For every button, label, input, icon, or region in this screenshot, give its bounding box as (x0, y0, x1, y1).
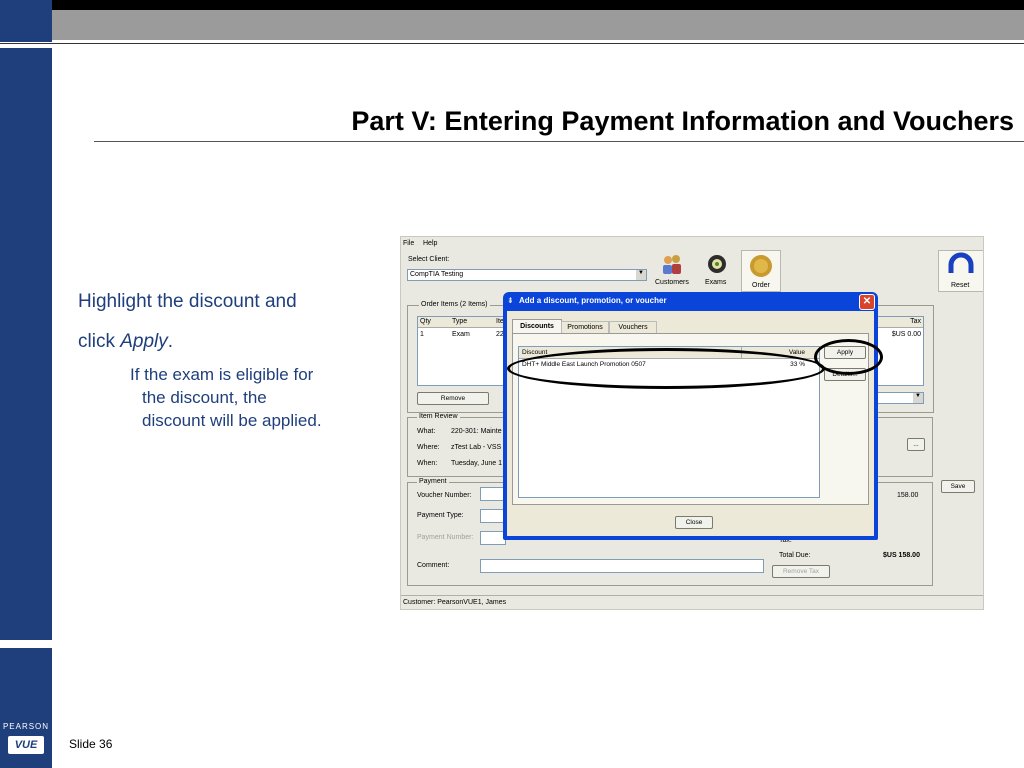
vue-logo: VUE (8, 736, 44, 754)
sub-instruction: If the exam is eligible for the discount… (130, 363, 370, 432)
order-items-label: Order Items (2 Items) (419, 301, 490, 308)
instruction-prefix: click (78, 331, 121, 352)
tax-header: Tax (910, 318, 921, 325)
payment-label: Payment (417, 478, 449, 485)
remove-button[interactable]: Remove (417, 392, 489, 405)
sub-line-2-text: the discount, the (142, 388, 267, 407)
reset-tool[interactable]: Reset (938, 250, 983, 292)
sub-line-1: If the exam is eligible for (130, 365, 314, 384)
amount-value: 158.00 (897, 492, 919, 499)
pearson-brand-text: PEARSON (2, 722, 50, 731)
left-corner-block (0, 0, 52, 42)
right-select[interactable]: ▼ (877, 392, 924, 404)
highlight-oval-apply (814, 339, 883, 375)
col-qty: Qty (420, 318, 431, 325)
menu-file[interactable]: File (403, 240, 414, 247)
sub-line-3-text: discount will be applied. (142, 411, 322, 430)
exams-icon[interactable] (706, 253, 728, 275)
customers-label[interactable]: Customers (655, 279, 689, 286)
dialog-body: Discounts Promotions Vouchers Discount V… (507, 311, 874, 536)
customers-icon[interactable] (660, 253, 684, 275)
where-label: Where: (417, 444, 440, 451)
slide-number: Slide 36 (69, 737, 113, 751)
save-button[interactable]: Save (941, 480, 975, 493)
status-bar: Customer: PearsonVUE1, James (401, 595, 983, 609)
highlight-oval-discount (507, 348, 825, 389)
total-due-value: $US 158.00 (883, 552, 920, 559)
voucher-number-label: Voucher Number: (417, 492, 472, 499)
tab-discounts[interactable]: Discounts (512, 319, 562, 334)
remove-tax-button[interactable]: Remove Tax (772, 565, 830, 578)
order-tool[interactable]: Order (741, 250, 781, 292)
comment-label: Comment: (417, 562, 450, 569)
instruction-line-2: click Apply. (78, 322, 368, 362)
sub-line-3: discount will be applied. (130, 409, 370, 432)
comment-input[interactable] (480, 559, 764, 573)
client-select-value: CompTIA Testing (410, 271, 464, 278)
client-select[interactable]: CompTIA Testing ▼ (407, 269, 647, 281)
instruction-suffix: . (167, 331, 174, 352)
chevron-down-icon[interactable]: ▼ (913, 393, 923, 403)
dialog-close-button[interactable]: Close (675, 516, 713, 529)
status-bar-text: Customer: PearsonVUE1, James (403, 599, 507, 606)
top-gray-band (52, 10, 1024, 40)
top-black-band (0, 0, 1024, 10)
discount-dialog: ⇟ Add a discount, promotion, or voucher … (503, 292, 878, 540)
instruction-text: Highlight the discount and click Apply. (78, 282, 368, 362)
reset-label: Reset (951, 282, 970, 289)
payment-number-label: Payment Number: (417, 534, 474, 541)
when-label: When: (417, 460, 438, 467)
title-rule (94, 141, 1024, 142)
instruction-apply-em: Apply (120, 331, 168, 352)
col-type: Type (452, 318, 468, 325)
slide-title: Part V: Entering Payment Information and… (351, 106, 1014, 136)
select-client-label: Select Client: (408, 256, 450, 263)
row-type: Exam (452, 331, 470, 338)
total-due-label: Total Due: (779, 552, 811, 559)
order-label: Order (752, 282, 770, 289)
sub-line-2: the discount, the (130, 386, 370, 409)
tax-value: $US 0.00 (891, 331, 921, 338)
dialog-app-icon: ⇟ (507, 296, 514, 305)
row-qty: 1 (420, 331, 424, 338)
instruction-line-1: Highlight the discount and (78, 291, 297, 312)
menu-help[interactable]: Help (423, 240, 437, 247)
close-icon[interactable]: ✕ (859, 294, 875, 310)
when-value: Tuesday, June 1 (451, 460, 502, 467)
where-value: zTest Lab - VSS (451, 444, 502, 451)
dialog-title: Add a discount, promotion, or voucher (519, 296, 667, 305)
payment-type-label: Payment Type: (417, 512, 464, 519)
order-items-table[interactable]: Qty Type Ite 1 Exam 22 (417, 316, 509, 386)
exams-label[interactable]: Exams (705, 279, 726, 286)
chevron-down-icon[interactable]: ▼ (636, 270, 646, 280)
header-divider (0, 43, 1024, 44)
what-label: What: (417, 428, 436, 435)
what-value: 220-301: Mainte (451, 428, 502, 435)
item-review-label: Item Review (417, 413, 460, 420)
browse-button[interactable]: ... (907, 438, 925, 451)
tax-column: Tax $US 0.00 (877, 316, 924, 386)
left-sidebar-bar (0, 48, 52, 640)
